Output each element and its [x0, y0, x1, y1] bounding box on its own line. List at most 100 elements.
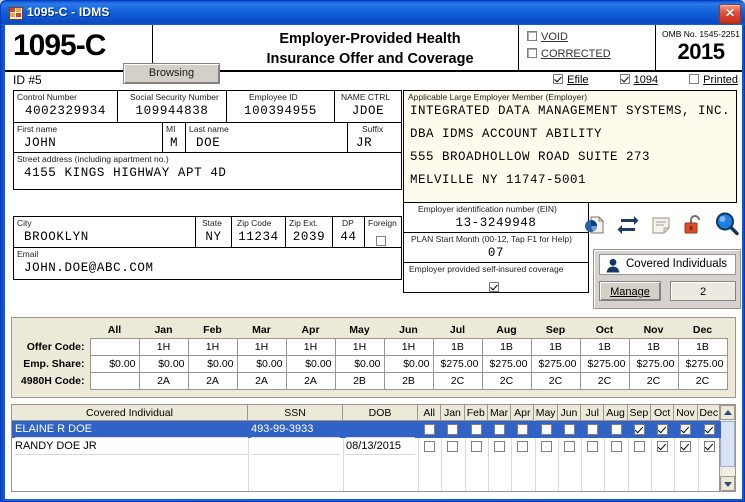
grid-month-checkbox[interactable] — [610, 424, 622, 435]
monthly-cell[interactable]: 1H — [383, 338, 434, 356]
last-name-box[interactable]: Last name DOE — [185, 122, 348, 153]
void-row[interactable]: VOID — [527, 31, 611, 48]
grid-month-checkbox[interactable] — [447, 441, 459, 452]
corrected-row[interactable]: CORRECTED — [527, 48, 611, 65]
monthly-cell[interactable] — [89, 338, 140, 356]
monthly-cell[interactable]: 1B — [628, 338, 679, 356]
grid-row[interactable]: ELAINE R DOE 493-99-3933 — [12, 421, 721, 438]
grid-month-checkbox[interactable] — [703, 441, 715, 452]
monthly-cell[interactable]: 2C — [628, 372, 679, 390]
corrected-checkbox[interactable] — [527, 48, 537, 58]
employee-id-box[interactable]: Employee ID 100394955 — [226, 90, 335, 123]
grid-month-checkbox[interactable] — [540, 441, 552, 452]
grid-month-checkbox[interactable] — [470, 424, 482, 435]
dp-box[interactable]: DP 44 — [332, 216, 365, 248]
monthly-cell[interactable]: $275.00 — [530, 355, 581, 373]
monthly-cell[interactable]: $0.00 — [187, 355, 238, 373]
grid-month-checkbox[interactable] — [610, 441, 622, 452]
monthly-cell[interactable]: 1B — [432, 338, 483, 356]
grid-month-checkbox[interactable] — [494, 424, 506, 435]
scrollbar-thumb[interactable] — [720, 421, 735, 467]
foreign-checkbox[interactable] — [376, 236, 386, 246]
void-checkbox[interactable] — [527, 31, 537, 41]
monthly-cell[interactable]: 2A — [138, 372, 189, 390]
grid-month-checkbox[interactable] — [517, 424, 529, 435]
grid-month-checkbox[interactable] — [657, 441, 669, 452]
ein-box[interactable]: Employer identification number (EIN) 13-… — [403, 202, 589, 233]
grid-month-checkbox[interactable] — [587, 441, 599, 452]
monthly-cell[interactable]: 1H — [236, 338, 287, 356]
monthly-cell[interactable]: 2C — [432, 372, 483, 390]
monthly-cell[interactable]: 2C — [579, 372, 630, 390]
f1094-group[interactable]: 1094 — [619, 74, 658, 86]
monthly-cell[interactable]: 1H — [138, 338, 189, 356]
grid-month-checkbox[interactable] — [540, 424, 552, 435]
monthly-cell[interactable]: 1H — [334, 338, 385, 356]
scroll-down-button[interactable] — [720, 476, 735, 491]
monthly-cell[interactable]: 1H — [187, 338, 238, 356]
city-box[interactable]: City BROOKLYN — [13, 216, 196, 248]
first-name-box[interactable]: First name JOHN — [13, 122, 163, 153]
f1094-checkbox[interactable] — [619, 74, 630, 84]
search-magnifier-icon[interactable] — [714, 211, 740, 237]
monthly-cell[interactable]: 2C — [530, 372, 581, 390]
printed-group[interactable]: Printed — [689, 74, 738, 86]
monthly-cell[interactable]: $275.00 — [481, 355, 532, 373]
printed-checkbox[interactable] — [689, 74, 700, 84]
manage-button[interactable]: Manage — [599, 281, 661, 301]
middle-initial-box[interactable]: MI M — [162, 122, 186, 153]
monthly-cell[interactable]: 2B — [383, 372, 434, 390]
efile-checkbox[interactable] — [553, 74, 564, 84]
zip-ext-box[interactable]: Zip Ext. 2039 — [285, 216, 333, 248]
foreign-box[interactable]: Foreign — [364, 216, 402, 248]
monthly-cell[interactable]: $275.00 — [677, 355, 728, 373]
notes-icon[interactable] — [649, 213, 673, 237]
monthly-cell[interactable]: 2B — [334, 372, 385, 390]
employer-box[interactable]: Applicable Large Employer Member (Employ… — [403, 90, 737, 203]
grid-month-checkbox[interactable] — [470, 441, 482, 452]
grid-month-checkbox[interactable] — [633, 441, 645, 452]
covered-individuals-header[interactable]: Covered Individuals — [599, 254, 736, 275]
plan-start-month-box[interactable]: PLAN Start Month (00-12, Tap F1 for Help… — [403, 232, 589, 263]
suffix-box[interactable]: Suffix JR — [347, 122, 402, 153]
grid-month-checkbox[interactable] — [447, 424, 459, 435]
state-box[interactable]: State NY — [195, 216, 232, 248]
close-button[interactable] — [719, 4, 741, 24]
monthly-cell[interactable]: 1B — [579, 338, 630, 356]
monthly-cell[interactable]: $0.00 — [334, 355, 385, 373]
monthly-cell[interactable]: $275.00 — [432, 355, 483, 373]
monthly-cell[interactable]: 2C — [481, 372, 532, 390]
monthly-cell[interactable]: 2A — [285, 372, 336, 390]
grid-month-checkbox[interactable] — [680, 441, 692, 452]
monthly-cell[interactable]: 2A — [187, 372, 238, 390]
grid-month-checkbox[interactable] — [563, 424, 575, 435]
street-address-box[interactable]: Street address (including apartment no.)… — [13, 152, 402, 190]
monthly-cell[interactable]: $0.00 — [89, 355, 140, 373]
monthly-cell[interactable]: 1B — [530, 338, 581, 356]
grid-month-checkbox[interactable] — [563, 441, 575, 452]
monthly-cell[interactable]: $0.00 — [138, 355, 189, 373]
grid-month-checkbox[interactable] — [494, 441, 506, 452]
monthly-cell[interactable]: $0.00 — [383, 355, 434, 373]
grid-month-checkbox[interactable] — [517, 441, 529, 452]
grid-month-checkbox[interactable] — [424, 424, 436, 435]
monthly-cell[interactable]: 2C — [677, 372, 728, 390]
grid-month-checkbox[interactable] — [587, 424, 599, 435]
grid-month-checkbox[interactable] — [424, 441, 436, 452]
monthly-cell[interactable]: 2A — [236, 372, 287, 390]
grid-row[interactable]: RANDY DOE JR 08/13/2015 — [12, 438, 721, 455]
monthly-cell[interactable]: 1H — [285, 338, 336, 356]
monthly-cell[interactable]: 1B — [481, 338, 532, 356]
grid-month-checkbox[interactable] — [633, 424, 645, 435]
grid-month-checkbox[interactable] — [703, 424, 715, 435]
efile-group[interactable]: Efile — [553, 74, 589, 86]
exchange-arrows-icon[interactable] — [616, 213, 640, 237]
monthly-cell[interactable]: $0.00 — [236, 355, 287, 373]
monthly-cell[interactable]: 1B — [677, 338, 728, 356]
monthly-cell[interactable]: $275.00 — [628, 355, 679, 373]
scroll-up-button[interactable] — [720, 405, 735, 420]
control-number-box[interactable]: Control Number 4002329934 — [13, 90, 118, 123]
monthly-cell[interactable]: $275.00 — [579, 355, 630, 373]
ssn-box[interactable]: Social Security Number 109944838 — [117, 90, 227, 123]
monthly-cell[interactable] — [89, 372, 140, 390]
